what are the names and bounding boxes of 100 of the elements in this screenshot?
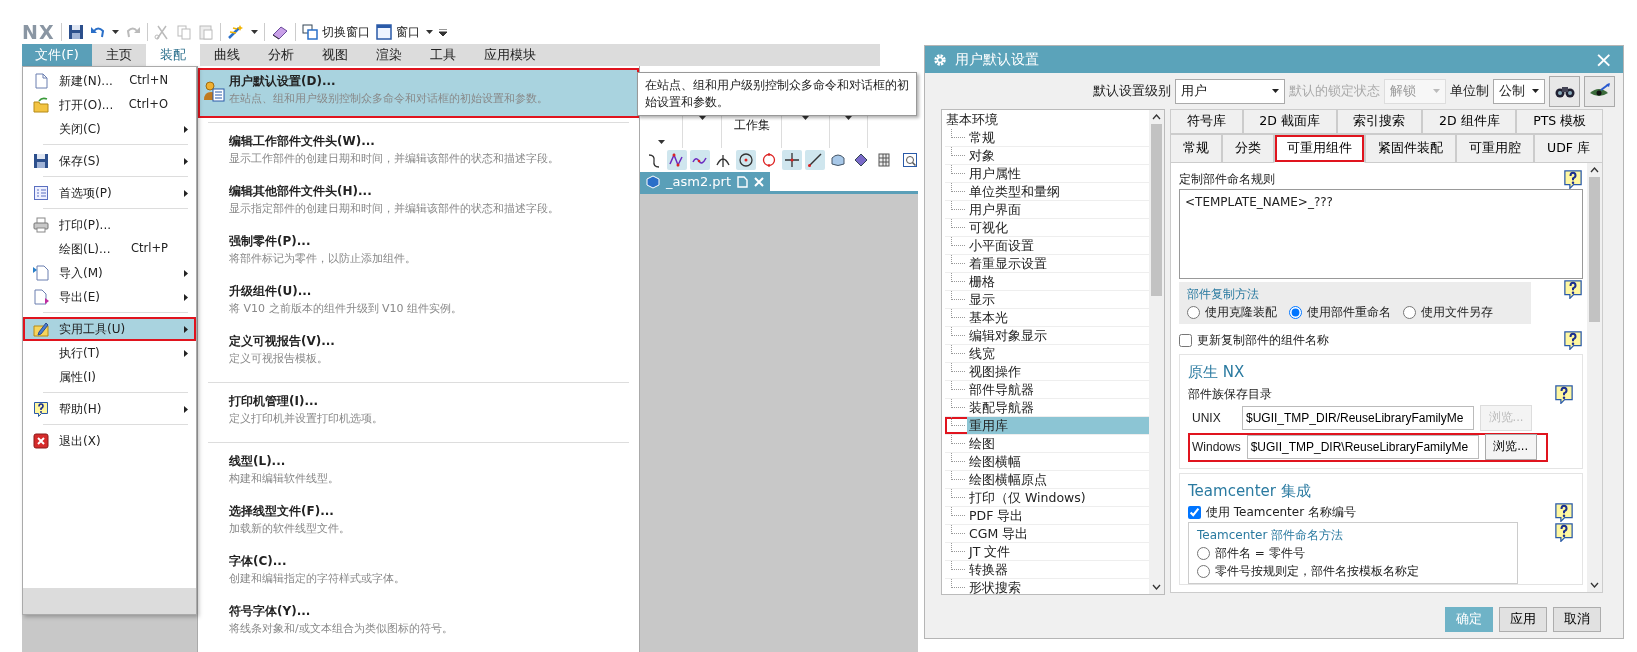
- spline-icon[interactable]: [669, 152, 685, 168]
- tree-item[interactable]: PDF 导出: [945, 507, 1149, 525]
- ribbon-tab[interactable]: 工具: [416, 44, 470, 66]
- tree-item[interactable]: 视图操作: [945, 363, 1149, 381]
- caret-icon[interactable]: [425, 30, 433, 34]
- crosshair-icon[interactable]: [784, 152, 800, 168]
- tree-item[interactable]: 转换器: [945, 561, 1149, 579]
- checkbox[interactable]: [1188, 505, 1201, 519]
- tree-item[interactable]: 着重显示设置: [945, 255, 1149, 273]
- tree-item[interactable]: 单位类型和量纲: [945, 183, 1149, 201]
- tree-item[interactable]: 线宽: [945, 345, 1149, 363]
- dialog-button[interactable]: 取消: [1553, 607, 1601, 632]
- save-icon[interactable]: [67, 24, 84, 40]
- curve-icon[interactable]: [646, 152, 662, 168]
- tree-item[interactable]: 对象: [945, 147, 1149, 165]
- customize-icon[interactable]: [438, 28, 447, 36]
- tree-item[interactable]: 编辑对象显示: [945, 327, 1149, 345]
- menu-item[interactable]: 字体(C)... 创建和编辑指定的字符样式或字体。: [198, 548, 639, 598]
- undo-icon[interactable]: [89, 24, 106, 40]
- tab[interactable]: UDF 库: [1534, 134, 1604, 163]
- option-label[interactable]: 零件号按规则定，部件名按模板名称定: [1215, 562, 1419, 580]
- menu-item[interactable]: 符号字体(Y)... 将线条对象和/或文本组合为类似图标的符号。: [198, 598, 639, 648]
- ribbon-tab[interactable]: 曲线: [200, 44, 254, 66]
- caret-icon[interactable]: [657, 140, 665, 144]
- tree-item[interactable]: 用户界面: [945, 201, 1149, 219]
- line-icon[interactable]: [807, 152, 823, 168]
- ribbon-tab[interactable]: 视图: [308, 44, 362, 66]
- circle-icon[interactable]: [738, 152, 754, 168]
- menu-item[interactable]: 打印(P)...: [23, 213, 196, 237]
- tree-item[interactable]: 基本光: [945, 309, 1149, 327]
- menu-item[interactable]: 定义可视报告(V)... 定义可视报告模板。: [198, 328, 639, 378]
- menu-item[interactable]: 选择线型文件(F)... 加载新的软件线型文件。: [198, 498, 639, 548]
- zoom-window-icon[interactable]: [902, 152, 918, 168]
- scrollbar-thumb[interactable]: [1151, 124, 1162, 296]
- tree-item[interactable]: 打印（仅 Windows): [945, 489, 1149, 507]
- window-menu-button[interactable]: 窗口: [375, 23, 420, 41]
- ribbon-tab[interactable]: 渲染: [362, 44, 416, 66]
- tab[interactable]: PTS 模板: [1516, 109, 1604, 134]
- tree-item[interactable]: 栅格: [945, 273, 1149, 291]
- caret-icon[interactable]: [111, 30, 119, 34]
- find-button[interactable]: [1549, 75, 1580, 107]
- diamond-icon[interactable]: [853, 152, 869, 168]
- grid-icon[interactable]: [876, 152, 892, 168]
- scrollbar-thumb[interactable]: [1589, 177, 1600, 322]
- menu-item[interactable]: 强制零件(P)... 将部件标记为零件，以防止添加组件。: [198, 228, 639, 278]
- tree-item[interactable]: 绘图横幅原点: [945, 471, 1149, 489]
- surface-icon[interactable]: [830, 152, 846, 168]
- tab[interactable]: 紧固件装配: [1365, 134, 1457, 163]
- dropdown[interactable]: 用户: [1175, 78, 1285, 104]
- tree-item[interactable]: 绘图横幅: [945, 453, 1149, 471]
- menu-item[interactable]: 新建(N)... Ctrl+N: [23, 69, 196, 93]
- eraser-icon[interactable]: [270, 24, 289, 40]
- tree-item[interactable]: 绘图: [945, 435, 1149, 453]
- caret-icon[interactable]: [250, 30, 258, 34]
- scrollbar[interactable]: [1587, 163, 1602, 592]
- dropdown[interactable]: 公制: [1493, 78, 1545, 104]
- close-icon[interactable]: [754, 176, 764, 187]
- radio-button[interactable]: [1197, 564, 1210, 578]
- option-label[interactable]: 部件名 = 零件号: [1215, 544, 1305, 562]
- switch-window-button[interactable]: 切换窗口: [301, 23, 370, 41]
- menu-item[interactable]: 升级组件(U)... 将 V10 之前版本的组件升级到 V10 组件实例。: [198, 278, 639, 328]
- option-label[interactable]: 使用 Teamcenter 名称编号: [1206, 503, 1356, 521]
- menu-item[interactable]: 首选项(P): [23, 181, 196, 205]
- tree-item[interactable]: 显示: [945, 291, 1149, 309]
- scrollbar[interactable]: [1149, 110, 1164, 594]
- menu-item[interactable]: 导入(M): [23, 261, 196, 285]
- tab[interactable]: 分类: [1222, 134, 1275, 163]
- radio-button[interactable]: [1403, 305, 1416, 319]
- dialog-button[interactable]: 应用: [1499, 607, 1547, 632]
- tree-item[interactable]: 小平面设置: [945, 237, 1149, 255]
- circle-points-icon[interactable]: [761, 152, 777, 168]
- view-button[interactable]: [1584, 75, 1615, 107]
- menu-item[interactable]: 实用工具(U): [23, 317, 196, 341]
- ribbon-tab[interactable]: 主页: [92, 44, 146, 66]
- ribbon-tab[interactable]: 应用模块: [470, 44, 550, 66]
- menu-item[interactable]: 编辑工作部件文件头(W)... 显示工作部件的创建日期和时间，并编辑该部件的状态和描述字段。: [198, 128, 639, 178]
- tab[interactable]: 可重用组件: [1274, 134, 1366, 163]
- menu-item[interactable]: 线型(L)... 构建和编辑软件线型。: [198, 448, 639, 498]
- option-label[interactable]: 使用部件重命名: [1307, 303, 1391, 321]
- text-area[interactable]: <TEMPLATE_NAME>_???: [1179, 189, 1583, 279]
- document-edit-icon[interactable]: [737, 175, 748, 188]
- menu-item[interactable]: 属性(I): [23, 365, 196, 389]
- menu-item[interactable]: 帮助(H): [23, 397, 196, 421]
- option-label[interactable]: 使用文件另存: [1421, 303, 1493, 321]
- tree-item[interactable]: CGM 导出: [945, 525, 1149, 543]
- tree-item[interactable]: 部件导航器: [945, 381, 1149, 399]
- menu-item[interactable]: 导出(E): [23, 285, 196, 309]
- tab[interactable]: 常规: [1170, 134, 1222, 163]
- path-field[interactable]: $UGII_TMP_DIR\ReuseLibraryFamilyMe: [1246, 435, 1479, 459]
- tree-item[interactable]: 基本环境: [942, 110, 1149, 129]
- checkbox[interactable]: [1179, 333, 1192, 347]
- tab[interactable]: 可重用腔: [1456, 134, 1535, 163]
- menu-item[interactable]: 执行(T): [23, 341, 196, 365]
- option-label[interactable]: 更新复制部件的组件名称: [1197, 331, 1329, 349]
- menu-item[interactable]: 打印机管理(I)... 定义打印机并设置打印机选项。: [198, 388, 639, 438]
- tree-item[interactable]: 常规: [945, 129, 1149, 147]
- browse-button[interactable]: 浏览...: [1484, 434, 1537, 460]
- radio-button[interactable]: [1197, 546, 1210, 560]
- menu-item[interactable]: 用户默认设置(D)... 在站点、组和用户级别控制众多命令和对话框的初始设置和参数。: [198, 68, 639, 118]
- menu-item[interactable]: 打开(O)... Ctrl+O: [23, 93, 196, 117]
